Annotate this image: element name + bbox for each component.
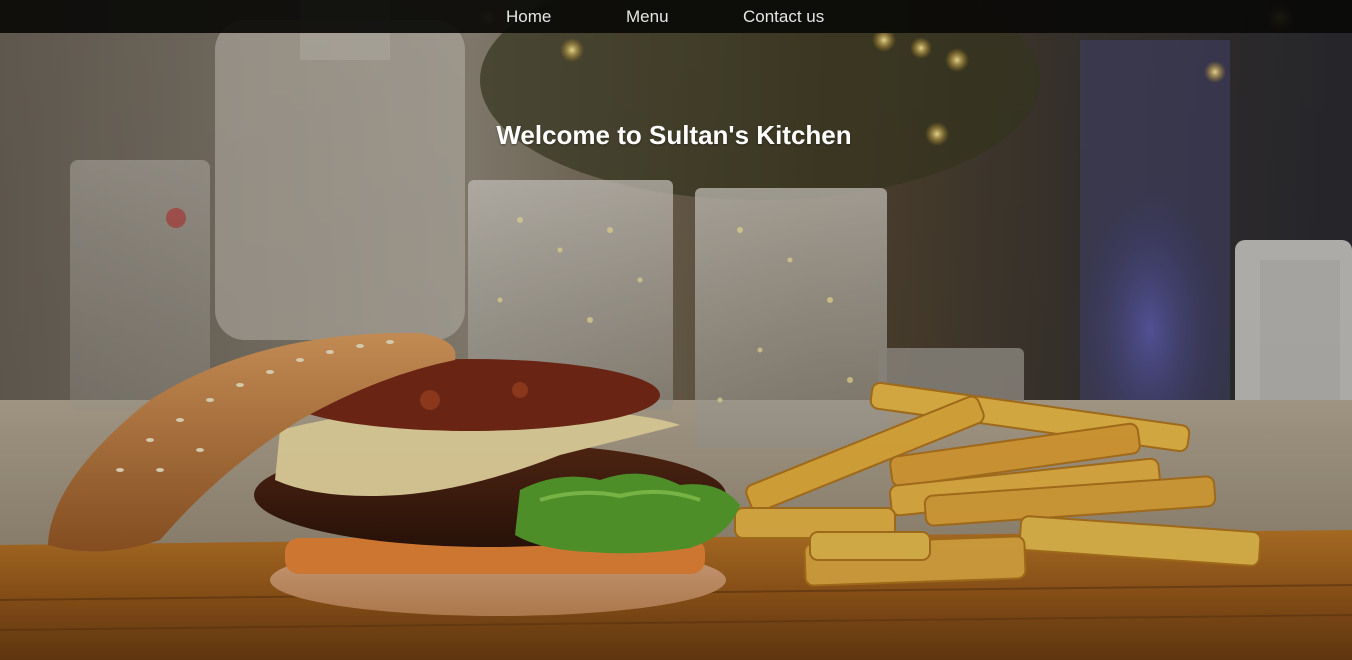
nav-link-menu[interactable]: Menu xyxy=(626,8,669,26)
page: Home Menu Contact us Welcome to Sultan's… xyxy=(0,0,1352,660)
nav-link-home[interactable]: Home xyxy=(506,8,551,26)
hero-heading: Welcome to Sultan's Kitchen xyxy=(496,120,852,150)
top-navbar: Home Menu Contact us xyxy=(0,0,1352,33)
hero-background-image xyxy=(0,0,1352,660)
nav-link-contact-us[interactable]: Contact us xyxy=(743,8,824,26)
